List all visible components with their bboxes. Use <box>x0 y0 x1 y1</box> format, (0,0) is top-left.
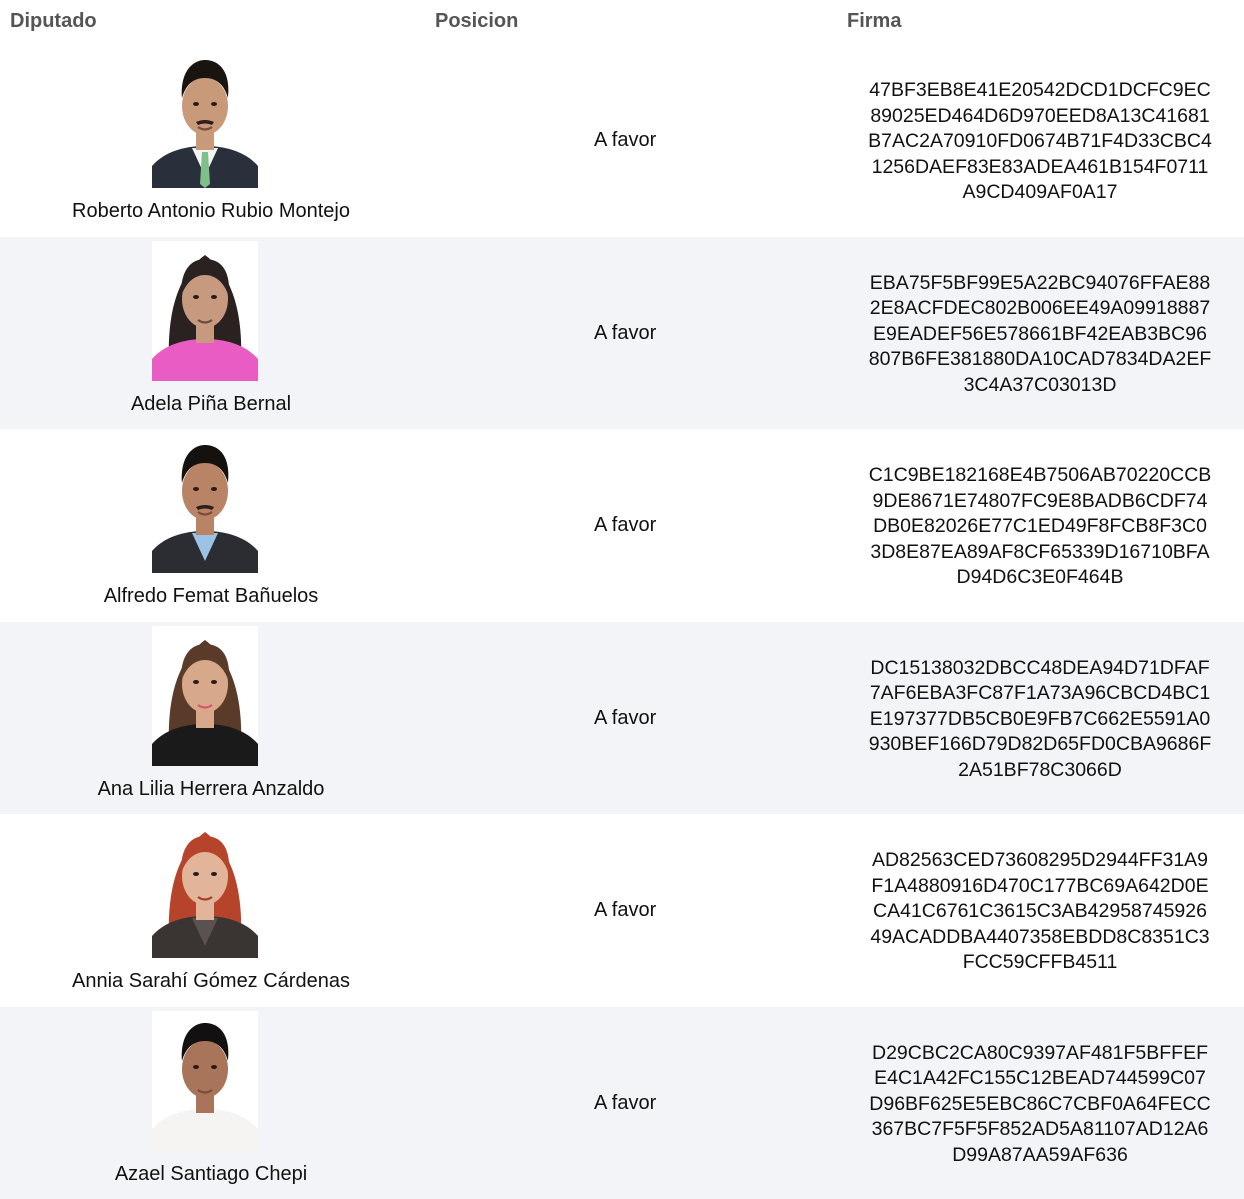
column-header-posicion[interactable]: Posicion <box>435 10 518 33</box>
signature-line: 1256DAEF83E83ADEA461B154F0711 <box>838 155 1242 181</box>
signature-line: D96BF625E5EBC86C7CBF0A64FECC <box>838 1092 1242 1118</box>
deputy-photo <box>152 241 258 381</box>
vote-position: A favor <box>594 129 656 152</box>
signature-hash: C1C9BE182168E4B7506AB70220CCB9DE8671E748… <box>838 463 1242 591</box>
signature-line: 2A51BF78C3066D <box>838 758 1242 784</box>
deputy-photo <box>152 626 258 766</box>
signature-line: 930BEF166D79D82D65FD0CBA9686F <box>838 732 1242 758</box>
table-row: Alfredo Femat Bañuelos A favor C1C9BE18216… <box>0 429 1244 622</box>
table-row: Roberto Antonio Rubio Montejo A favor 47BF… <box>0 44 1244 237</box>
signature-line: DC15138032DBCC48DEA94D71DFAF <box>838 656 1242 682</box>
signature-line: FCC59CFFB4511 <box>838 950 1242 976</box>
signature-line: EBA75F5BF99E5A22BC94076FFAE88 <box>838 271 1242 297</box>
vote-position: A favor <box>594 707 656 730</box>
signature-line: DB0E82026E77C1ED49F8FCB8F3C0 <box>838 514 1242 540</box>
vote-position: A favor <box>594 1092 656 1115</box>
signature-line: B7AC2A70910FD0674B71F4D33CBC4 <box>838 129 1242 155</box>
column-header-firma[interactable]: Firma <box>847 10 901 33</box>
signature-line: 89025ED464D6D970EED8A13C41681 <box>838 104 1242 130</box>
deputy-name: Ana Lilia Herrera Anzaldo <box>0 778 422 801</box>
signature-line: E9EADEF56E578661BF42EAB3BC96 <box>838 322 1242 348</box>
signature-line: 49ACADDBA4407358EBDD8C8351C3 <box>838 925 1242 951</box>
signature-hash: DC15138032DBCC48DEA94D71DFAF7AF6EBA3FC87… <box>838 656 1242 784</box>
signature-line: 2E8ACFDEC802B006EE49A09918887 <box>838 296 1242 322</box>
deputy-photo <box>152 48 258 188</box>
column-header-diputado[interactable]: Diputado <box>10 10 97 33</box>
signature-hash: 47BF3EB8E41E20542DCD1DCFC9EC89025ED464D6… <box>838 78 1242 206</box>
table-row: Ana Lilia Herrera Anzaldo A favor DC151380… <box>0 622 1244 815</box>
table-body: Roberto Antonio Rubio Montejo A favor 47BF… <box>0 44 1244 1199</box>
table-header: Diputado Posicion Firma <box>0 0 1244 44</box>
deputy-photo <box>152 433 258 573</box>
signature-line: E197377DB5CB0E9FB7C662E5591A0 <box>838 707 1242 733</box>
table-row: Annia Sarahí Gómez Cárdenas A favor AD8256… <box>0 814 1244 1007</box>
signature-line: E4C1A42FC155C12BEAD744599C07 <box>838 1066 1242 1092</box>
deputy-name: Alfredo Femat Bañuelos <box>0 585 422 608</box>
signature-line: C1C9BE182168E4B7506AB70220CCB <box>838 463 1242 489</box>
deputy-name: Adela Piña Bernal <box>0 393 422 416</box>
signature-line: D29CBC2CA80C9397AF481F5BFFEF <box>838 1041 1242 1067</box>
signature-line: 47BF3EB8E41E20542DCD1DCFC9EC <box>838 78 1242 104</box>
signature-line: AD82563CED73608295D2944FF31A9 <box>838 848 1242 874</box>
signature-line: 7AF6EBA3FC87F1A73A96CBCD4BC1 <box>838 681 1242 707</box>
table-row: Azael Santiago Chepi A favor D29CBC2CA80C9… <box>0 1007 1244 1199</box>
vote-position: A favor <box>594 899 656 922</box>
signature-line: 807B6FE381880DA10CAD7834DA2EF <box>838 347 1242 373</box>
signature-line: 3C4A37C03013D <box>838 373 1242 399</box>
signature-hash: D29CBC2CA80C9397AF481F5BFFEFE4C1A42FC155… <box>838 1041 1242 1169</box>
deputy-photo <box>152 1011 258 1151</box>
signature-line: CA41C6761C3615C3AB42958745926 <box>838 899 1242 925</box>
deputy-photo <box>152 818 258 958</box>
vote-position: A favor <box>594 322 656 345</box>
deputy-name: Annia Sarahí Gómez Cárdenas <box>0 970 422 993</box>
signature-hash: AD82563CED73608295D2944FF31A9F1A4880916D… <box>838 848 1242 976</box>
signature-line: A9CD409AF0A17 <box>838 180 1242 206</box>
signature-line: 3D8E87EA89AF8CF65339D16710BFA <box>838 540 1242 566</box>
signature-hash: EBA75F5BF99E5A22BC94076FFAE882E8ACFDEC80… <box>838 271 1242 399</box>
signature-line: 367BC7F5F5F852AD5A81107AD12A6 <box>838 1117 1242 1143</box>
deputy-name: Roberto Antonio Rubio Montejo <box>0 200 422 223</box>
signature-line: D99A87AA59AF636 <box>838 1143 1242 1169</box>
signature-line: 9DE8671E74807FC9E8BADB6CDF74 <box>838 489 1242 515</box>
deputy-name: Azael Santiago Chepi <box>0 1163 422 1186</box>
signature-line: D94D6C3E0F464B <box>838 565 1242 591</box>
vote-position: A favor <box>594 514 656 537</box>
signature-line: F1A4880916D470C177BC69A642D0E <box>838 874 1242 900</box>
table-row: Adela Piña Bernal A favor EBA75F5BF99E5A22… <box>0 237 1244 430</box>
